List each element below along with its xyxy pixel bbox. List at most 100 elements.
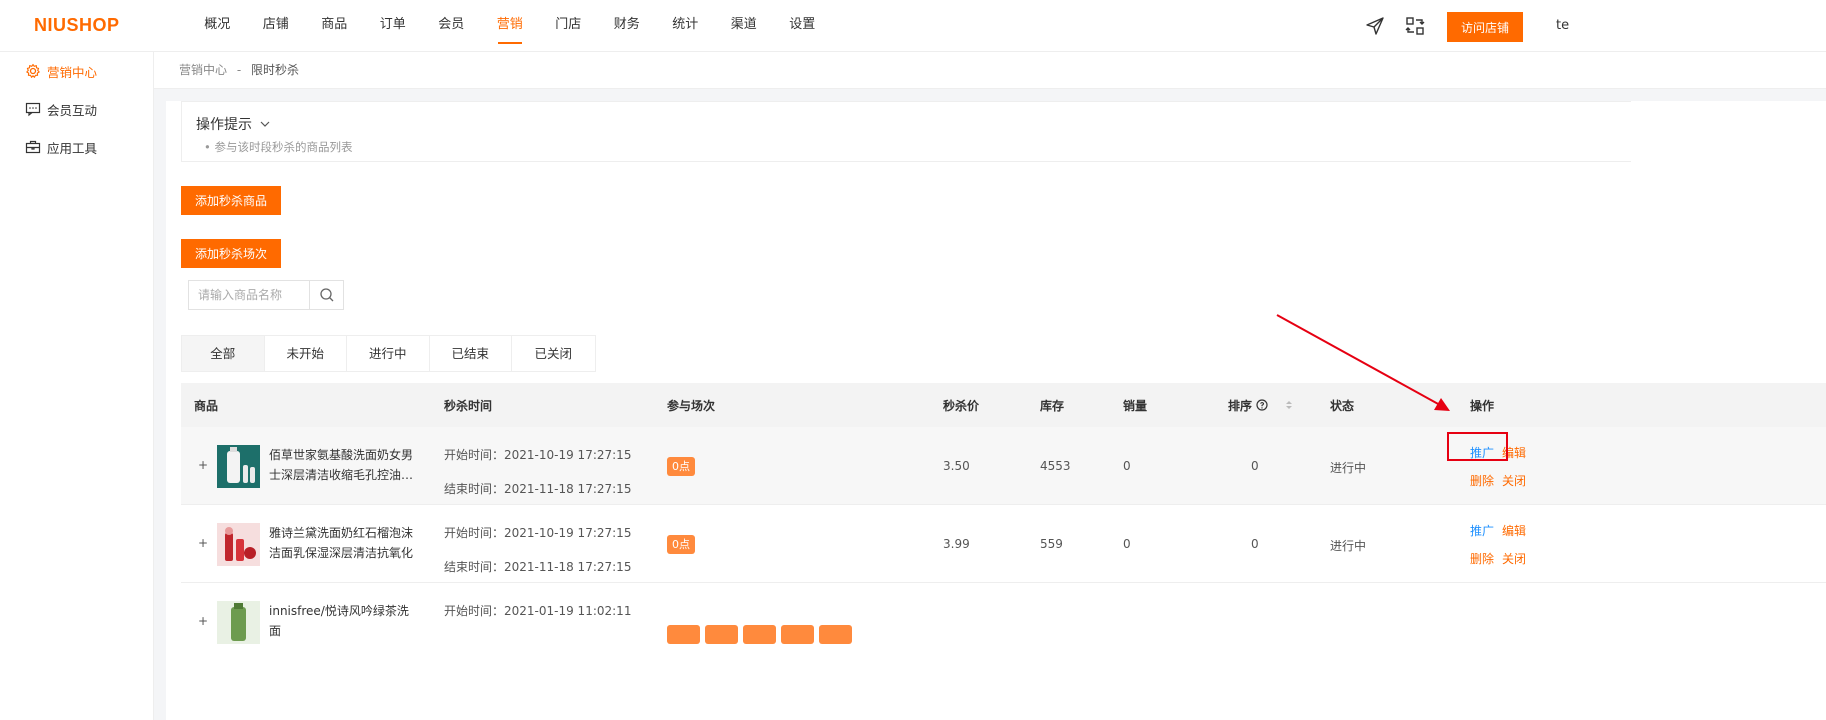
col-sort[interactable]: 排序 <box>1228 397 1294 414</box>
start-time: 开始时间：2021-10-19 17:27:15 <box>444 526 632 540</box>
sidebar-item-app-tools[interactable]: 应用工具 <box>0 128 153 166</box>
table-header: 商品 秒杀时间 参与场次 秒杀价 库存 销量 排序 状态 操作 <box>181 383 1826 427</box>
goods-thumbnail[interactable] <box>217 523 260 566</box>
breadcrumb-current: 限时秒杀 <box>251 63 300 77</box>
close-link[interactable]: 关闭 <box>1502 550 1526 567</box>
nav-channels[interactable]: 渠道 <box>715 0 774 52</box>
expand-toggle[interactable]: + <box>198 614 208 628</box>
seckill-goods-table: 商品 秒杀时间 参与场次 秒杀价 库存 销量 排序 状态 操作 + 佰草世家氨基… <box>181 383 1826 644</box>
col-price: 秒杀价 <box>943 399 980 413</box>
operation-tips: 操作提示 • 参与该时段秒杀的商品列表 <box>181 101 1631 162</box>
table-row: + 雅诗兰黛洗面奶红石榴泡沫洁面乳保湿深层清洁抗氧化 开始时间：2021-10-… <box>181 505 1826 583</box>
goods-name[interactable]: 佰草世家氨基酸洗面奶女男士深层清洁收缩毛孔控油… <box>269 445 419 485</box>
switch-icon[interactable] <box>1405 16 1425 36</box>
edit-link[interactable]: 编辑 <box>1502 522 1526 539</box>
delete-link[interactable]: 删除 <box>1470 472 1494 489</box>
session-tag <box>819 625 852 644</box>
nav-stats[interactable]: 统计 <box>656 0 715 52</box>
search-box <box>188 280 344 310</box>
tab-in-progress[interactable]: 进行中 <box>347 336 430 371</box>
sort-icon[interactable] <box>1284 399 1294 411</box>
table-row: + 佰草世家氨基酸洗面奶女男士深层清洁收缩毛孔控油… 开始时间：2021-10-… <box>181 427 1826 505</box>
sales: 0 <box>1123 537 1131 551</box>
annotation-highlight-box <box>1447 432 1508 461</box>
tab-ended[interactable]: 已结束 <box>429 336 512 371</box>
col-stock: 库存 <box>1040 399 1065 413</box>
nav-shops[interactable]: 门店 <box>539 0 598 52</box>
stock: 559 <box>1040 537 1063 551</box>
search-input[interactable] <box>189 281 309 309</box>
session-tag <box>743 625 776 644</box>
search-button[interactable] <box>309 281 343 309</box>
status: 进行中 <box>1330 461 1367 475</box>
send-icon[interactable] <box>1365 16 1385 36</box>
goods-name[interactable]: 雅诗兰黛洗面奶红石榴泡沫洁面乳保湿深层清洁抗氧化 <box>269 523 419 563</box>
sort-value[interactable]: 0 <box>1251 537 1259 551</box>
goods-thumbnail[interactable] <box>217 601 260 644</box>
nav-store[interactable]: 店铺 <box>247 0 306 52</box>
sidebar-item-member-interaction[interactable]: 会员互动 <box>0 90 153 128</box>
nav-members[interactable]: 会员 <box>422 0 481 52</box>
goods-name[interactable]: innisfree/悦诗风吟绿茶洗面 <box>269 601 419 641</box>
user-name[interactable]: te <box>1556 18 1569 33</box>
nav-finance[interactable]: 财务 <box>598 0 657 52</box>
stock: 4553 <box>1040 459 1071 473</box>
tips-title[interactable]: 操作提示 <box>196 114 271 134</box>
end-time: 结束时间：2021-11-18 17:27:15 <box>444 482 632 496</box>
tips-item-text: 参与该时段秒杀的商品列表 <box>214 140 353 154</box>
sales: 0 <box>1123 459 1131 473</box>
logo[interactable]: NIUSHOP <box>34 15 120 36</box>
nav-orders[interactable]: 订单 <box>364 0 423 52</box>
tab-all[interactable]: 全部 <box>182 336 265 371</box>
nav-overview[interactable]: 概况 <box>188 0 247 52</box>
expand-toggle[interactable]: + <box>198 536 208 550</box>
col-sessions: 参与场次 <box>667 399 716 413</box>
col-seckill-time: 秒杀时间 <box>444 399 493 413</box>
seckill-price: 3.50 <box>943 459 970 473</box>
status-tabs: 全部 未开始 进行中 已结束 已关闭 <box>181 335 596 372</box>
col-sort-label: 排序 <box>1228 399 1253 413</box>
sidebar-item-marketing-center[interactable]: 营销中心 <box>0 52 153 90</box>
nav-marketing[interactable]: 营销 <box>481 0 540 52</box>
visit-store-button[interactable]: 访问店铺 <box>1447 12 1523 42</box>
add-seckill-session-button[interactable]: 添加秒杀场次 <box>181 239 281 268</box>
main-nav: 概况 店铺 商品 订单 会员 营销 门店 财务 统计 渠道 设置 <box>188 0 832 52</box>
sort-value[interactable]: 0 <box>1251 459 1259 473</box>
main-content: 操作提示 • 参与该时段秒杀的商品列表 添加秒杀商品 添加秒杀场次 全部 未开始… <box>166 101 1826 720</box>
gear-icon <box>26 63 40 78</box>
start-time: 开始时间：2021-01-19 11:02:11 <box>444 604 632 618</box>
goods-thumbnail[interactable] <box>217 445 260 488</box>
tab-closed[interactable]: 已关闭 <box>512 336 595 371</box>
briefcase-icon <box>25 140 41 154</box>
col-status: 状态 <box>1330 399 1355 413</box>
breadcrumb-separator: - <box>236 63 242 77</box>
table-row: + innisfree/悦诗风吟绿茶洗面 开始时间：2021-01-19 11:… <box>181 583 1826 644</box>
session-tag: 0点 <box>667 535 695 554</box>
sidebar-item-label: 应用工具 <box>47 140 98 156</box>
help-icon[interactable] <box>1256 399 1268 411</box>
session-tag <box>705 625 738 644</box>
tips-title-text: 操作提示 <box>196 117 252 133</box>
tab-not-started[interactable]: 未开始 <box>264 336 347 371</box>
end-time: 结束时间：2021-11-18 17:27:15 <box>444 560 632 574</box>
chat-icon <box>25 102 41 117</box>
status: 进行中 <box>1330 539 1367 553</box>
close-link[interactable]: 关闭 <box>1502 472 1526 489</box>
seckill-price: 3.99 <box>943 537 970 551</box>
nav-settings[interactable]: 设置 <box>773 0 832 52</box>
col-goods: 商品 <box>194 399 219 413</box>
delete-link[interactable]: 删除 <box>1470 550 1494 567</box>
breadcrumb-parent[interactable]: 营销中心 <box>179 63 227 77</box>
col-actions: 操作 <box>1470 399 1495 413</box>
promote-link[interactable]: 推广 <box>1470 522 1494 539</box>
session-tag <box>667 625 700 644</box>
session-tag: 0点 <box>667 457 695 476</box>
expand-toggle[interactable]: + <box>198 458 208 472</box>
session-tag <box>781 625 814 644</box>
top-bar: NIUSHOP 概况 店铺 商品 订单 会员 营销 门店 财务 统计 渠道 设置… <box>0 0 1826 52</box>
breadcrumb: 营销中心 - 限时秒杀 <box>154 52 1826 89</box>
sidebar-item-label: 营销中心 <box>47 64 98 80</box>
nav-goods[interactable]: 商品 <box>305 0 364 52</box>
add-seckill-goods-button[interactable]: 添加秒杀商品 <box>181 186 281 215</box>
search-icon <box>319 288 333 302</box>
